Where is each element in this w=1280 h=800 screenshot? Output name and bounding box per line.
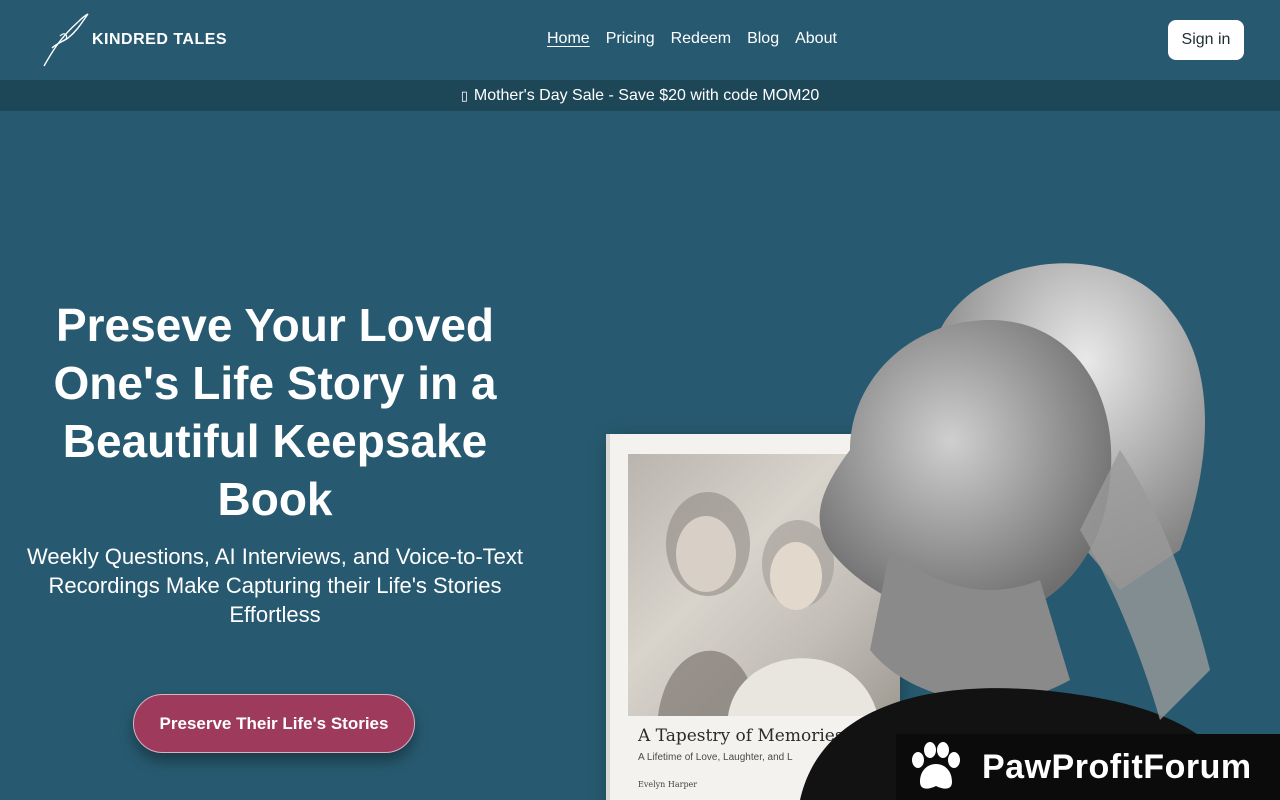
- promo-text: Mother's Day Sale - Save $20 with code M…: [473, 86, 820, 104]
- quill-icon: [43, 13, 89, 67]
- nav-item-redeem[interactable]: Redeem: [671, 30, 731, 48]
- promo-banner[interactable]: ▯ Mother's Day Sale - Save $20 with code…: [0, 80, 1280, 111]
- nav-item-home[interactable]: Home: [547, 30, 590, 48]
- top-navigation: KINDRED TALES Home Pricing Redeem Blog A…: [0, 0, 1280, 80]
- hero-title: Preseve Your Loved One's Life Story in a…: [53, 299, 497, 525]
- watermark-badge: PawProfitForum: [896, 734, 1280, 800]
- preserve-stories-button[interactable]: Preserve Their Life's Stories: [133, 694, 415, 753]
- paw-icon: [912, 742, 960, 789]
- book-author: Evelyn Harper: [638, 780, 698, 789]
- brand-name: KINDRED TALES: [92, 31, 228, 48]
- nav-item-about[interactable]: About: [795, 30, 837, 48]
- main-nav: Home Pricing Redeem Blog About: [547, 30, 837, 48]
- watermark-text: PawProfitForum: [982, 747, 1252, 786]
- elderly-woman-portrait: [800, 263, 1260, 800]
- brand-logo[interactable]: KINDRED TALES: [38, 12, 227, 68]
- hero-subtitle: Weekly Questions, AI Interviews, and Voi…: [26, 544, 524, 627]
- nav-item-pricing[interactable]: Pricing: [606, 30, 655, 48]
- sign-in-button[interactable]: Sign in: [1168, 20, 1244, 60]
- nav-item-blog[interactable]: Blog: [747, 30, 779, 48]
- gift-icon: ▯: [460, 87, 468, 103]
